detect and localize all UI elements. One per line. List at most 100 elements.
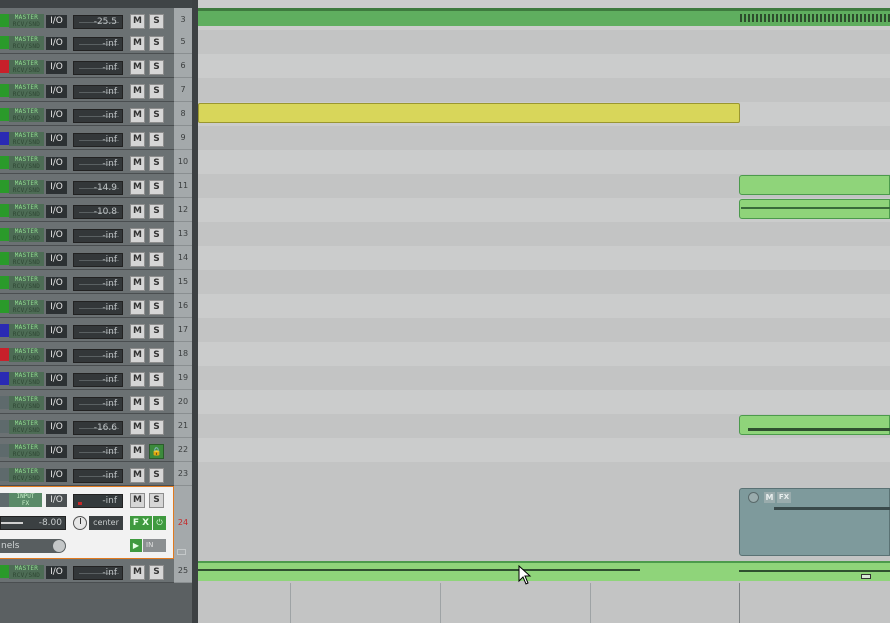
solo-button[interactable]: S (149, 324, 164, 339)
volume-fader[interactable]: -inf (73, 469, 123, 483)
routing-button[interactable]: MASTER RCV/SND (9, 108, 44, 122)
track-row[interactable]: MASTER RCV/SND I/O -inf M S (0, 246, 174, 270)
mute-button[interactable]: M (130, 180, 145, 195)
track-lane[interactable] (198, 390, 890, 414)
volume-fader[interactable]: -inf (73, 37, 123, 51)
track-row[interactable]: MASTER RCV/SND I/O -inf M S (0, 126, 174, 150)
input-fx-button[interactable]: INPUT FX (9, 493, 42, 507)
solo-button[interactable]: S (149, 84, 164, 99)
routing-button[interactable]: MASTER RCV/SND (9, 565, 44, 579)
mute-button[interactable]: M (130, 84, 145, 99)
routing-button[interactable]: MASTER RCV/SND (9, 156, 44, 170)
io-button[interactable]: I/O (46, 37, 67, 50)
lock-icon[interactable]: 🔒 (149, 444, 164, 459)
solo-button[interactable]: S (149, 156, 164, 171)
solo-button[interactable]: S (149, 228, 164, 243)
io-button[interactable]: I/O (46, 15, 67, 28)
routing-button[interactable]: MASTER RCV/SND (9, 14, 44, 28)
track-row[interactable]: MASTER RCV/SND I/O -inf M S (0, 294, 174, 318)
track-row[interactable]: MASTER RCV/SND I/O -inf M S (0, 222, 174, 246)
track-row[interactable]: MASTER RCV/SND I/O -inf M S (0, 366, 174, 390)
routing-button[interactable]: MASTER RCV/SND (9, 396, 44, 410)
mute-button[interactable]: M (130, 396, 145, 411)
media-item[interactable] (198, 103, 740, 123)
io-button[interactable]: I/O (46, 229, 67, 242)
routing-button[interactable]: MASTER RCV/SND (9, 84, 44, 98)
routing-button[interactable]: MASTER RCV/SND (9, 276, 44, 290)
track-row[interactable]: MASTER RCV/SND I/O -inf M S (0, 102, 174, 126)
track-lane[interactable] (198, 462, 890, 486)
track-lane[interactable] (198, 342, 890, 366)
solo-button[interactable]: S (149, 36, 164, 51)
mute-button[interactable]: M (130, 420, 145, 435)
track-lane[interactable] (198, 438, 890, 462)
solo-button[interactable]: S (149, 396, 164, 411)
io-button[interactable]: I/O (46, 181, 67, 194)
solo-button[interactable]: S (149, 372, 164, 387)
selected-track-panel[interactable]: INPUT FX I/O -inf M S -8.00 center F X ⏻ nels ▶ IN (0, 486, 174, 559)
io-button[interactable]: I/O (46, 397, 67, 410)
solo-button[interactable]: S (149, 252, 164, 267)
mute-button[interactable]: M (130, 36, 145, 51)
track-lane[interactable] (198, 54, 890, 78)
selected-media-item[interactable]: M FX (739, 488, 890, 556)
routing-button[interactable]: MASTER RCV/SND (9, 36, 44, 50)
io-button[interactable]: I/O (46, 494, 67, 507)
solo-button[interactable]: S (149, 276, 164, 291)
routing-button[interactable]: MASTER RCV/SND (9, 180, 44, 194)
io-button[interactable]: I/O (46, 421, 67, 434)
clip-mute-button[interactable]: M (764, 492, 775, 503)
solo-button[interactable]: S (149, 468, 164, 483)
solo-button[interactable]: S (149, 565, 164, 580)
routing-button[interactable]: MASTER RCV/SND (9, 204, 44, 218)
volume-fader[interactable]: -inf (73, 325, 123, 339)
volume-meter[interactable]: -inf (73, 494, 123, 508)
track-row[interactable]: MASTER RCV/SND I/O -10.8 M S (0, 198, 174, 222)
track-row[interactable]: MASTER RCV/SND I/O -inf M S (0, 318, 174, 342)
volume-fader[interactable]: -inf (73, 133, 123, 147)
fx-power-button[interactable]: ⏻ (153, 516, 166, 530)
mute-button[interactable]: M (130, 348, 145, 363)
solo-button[interactable]: S (149, 300, 164, 315)
routing-button[interactable]: MASTER RCV/SND (9, 444, 44, 458)
mute-button[interactable]: M (130, 60, 145, 75)
volume-fader[interactable]: -25.5 (73, 15, 123, 29)
solo-button[interactable]: S (149, 493, 164, 508)
track-row[interactable]: MASTER RCV/SND I/O -inf M S (0, 342, 174, 366)
mute-button[interactable]: M (130, 324, 145, 339)
track-row[interactable]: MASTER RCV/SND I/O -inf M S (0, 30, 174, 54)
volume-fader[interactable]: -inf (73, 349, 123, 363)
solo-button[interactable]: S (149, 348, 164, 363)
input-monitor-button[interactable]: IN (143, 539, 166, 552)
routing-button[interactable]: MASTER RCV/SND (9, 132, 44, 146)
mute-button[interactable]: M (130, 228, 145, 243)
io-button[interactable]: I/O (46, 566, 67, 579)
track-row[interactable]: MASTER RCV/SND I/O -25.5 M S (0, 8, 174, 32)
track-row[interactable]: MASTER RCV/SND I/O -inf M S (0, 559, 174, 583)
volume-fader[interactable]: -inf (73, 229, 123, 243)
track-lane[interactable] (198, 222, 890, 246)
volume-fader[interactable]: -inf (73, 85, 123, 99)
mute-button[interactable]: M (130, 132, 145, 147)
track-row[interactable]: MASTER RCV/SND I/O -16.6 M S (0, 414, 174, 438)
chevron-down-icon[interactable] (53, 540, 65, 552)
track-lane[interactable] (198, 318, 890, 342)
clip-knob-icon[interactable] (748, 492, 759, 503)
routing-button[interactable]: MASTER RCV/SND (9, 324, 44, 338)
mute-button[interactable]: M (130, 108, 145, 123)
volume-fader[interactable]: -inf (73, 253, 123, 267)
track-lane[interactable] (198, 246, 890, 270)
track-row[interactable]: MASTER RCV/SND I/O -inf M S (0, 270, 174, 294)
media-item[interactable] (739, 415, 890, 435)
io-button[interactable]: I/O (46, 109, 67, 122)
io-button[interactable]: I/O (46, 373, 67, 386)
io-button[interactable]: I/O (46, 205, 67, 218)
track-lane[interactable] (198, 126, 890, 150)
solo-button[interactable]: S (149, 204, 164, 219)
solo-button[interactable]: S (149, 14, 164, 29)
volume-fader[interactable]: -inf (73, 445, 123, 459)
track-row[interactable]: MASTER RCV/SND I/O -inf M S (0, 150, 174, 174)
volume-fader[interactable]: -inf (73, 566, 123, 580)
io-button[interactable]: I/O (46, 61, 67, 74)
track-lane[interactable] (198, 150, 890, 174)
